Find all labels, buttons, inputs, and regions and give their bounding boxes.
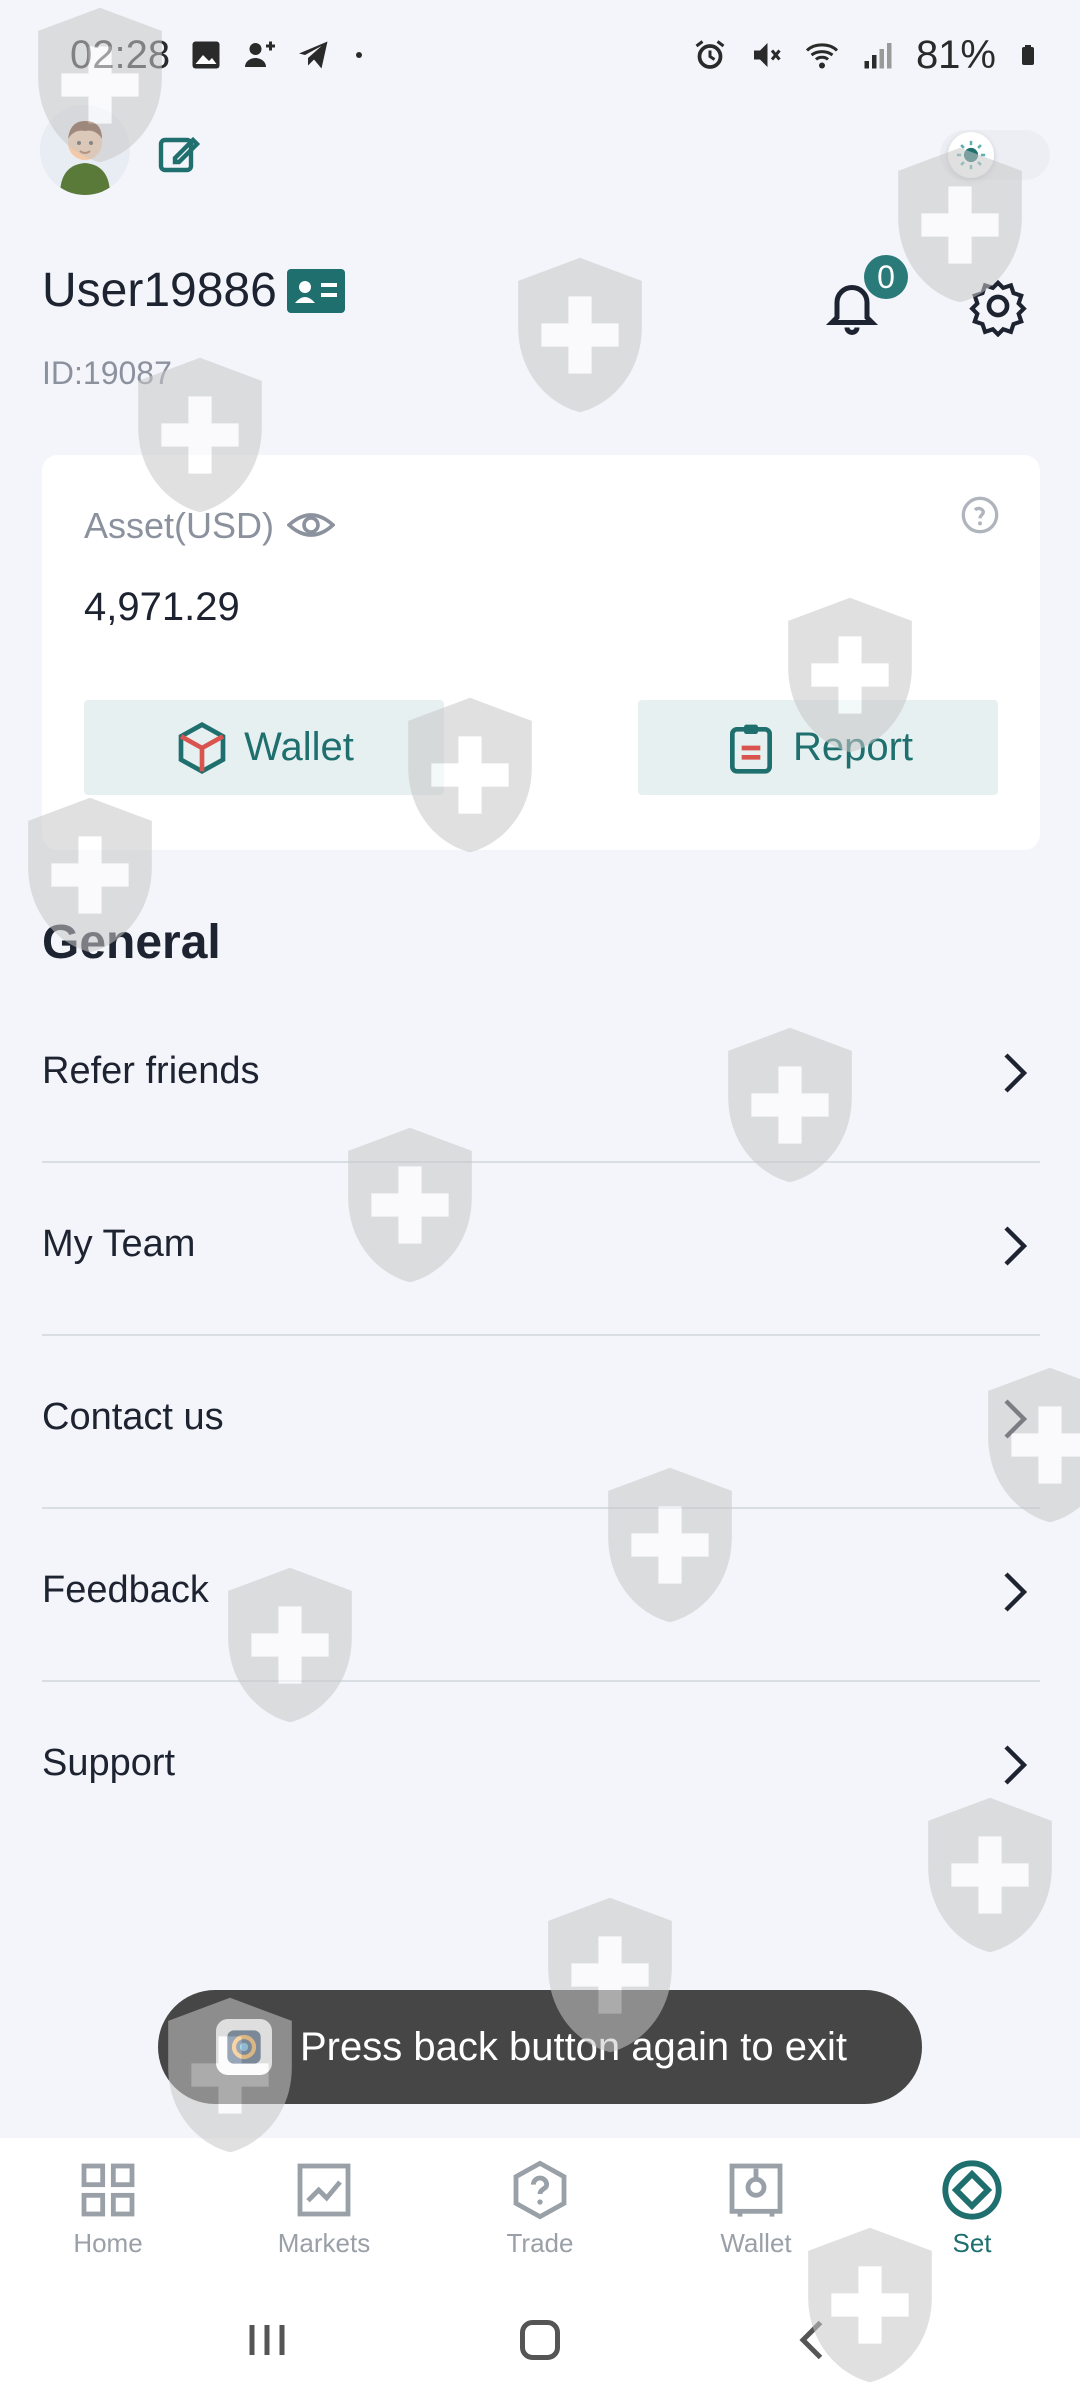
menu-item-label: Refer friends [42, 1050, 260, 1092]
menu-item-support[interactable]: Support [42, 1682, 1040, 1855]
asset-card: Asset(USD) 4,971.29 Wallet Report [42, 455, 1040, 850]
tab-set-label: Set [952, 2228, 992, 2258]
markets-chart-icon [297, 2163, 351, 2217]
cube-icon [178, 721, 226, 774]
add-contact-icon [245, 41, 276, 67]
menu-item-my-team[interactable]: My Team [42, 1163, 1040, 1336]
dot-icon [356, 52, 363, 58]
username: User19886 [42, 264, 277, 317]
tab-markets[interactable]: Markets [216, 2138, 432, 2280]
tab-markets-label: Markets [277, 2228, 371, 2258]
tab-trade-label: Trade [506, 2228, 574, 2258]
chevron-right-icon [1004, 1399, 1028, 1439]
home-button-icon[interactable] [510, 2310, 570, 2370]
report-button-label: Report [792, 725, 914, 769]
gallery-icon [192, 41, 220, 69]
tab-wallet-label: Wallet [720, 2228, 792, 2258]
menu-item-label: My Team [42, 1223, 196, 1265]
home-grid-icon [81, 2163, 135, 2217]
tab-trade[interactable]: Trade [432, 2138, 648, 2280]
wifi-icon [805, 43, 838, 69]
wallet-button-label: Wallet [244, 725, 354, 769]
alarm-icon [695, 40, 725, 69]
toast-message: Press back button again to exit [300, 2024, 847, 2069]
edit-profile-icon[interactable] [155, 130, 203, 178]
theme-toggle[interactable] [940, 130, 1050, 180]
gear-icon[interactable] [967, 275, 1029, 337]
help-icon[interactable] [960, 495, 1000, 535]
chevron-right-icon [1004, 1226, 1028, 1266]
tab-home-label: Home [73, 2228, 143, 2258]
app-icon [216, 2019, 272, 2075]
chevron-right-icon [1004, 1053, 1028, 1093]
set-diamond-icon [942, 2160, 1002, 2220]
menu-item-refer-friends[interactable]: Refer friends [42, 990, 1040, 1163]
status-bar: 02:28 81% [0, 0, 1080, 110]
bottom-tab-bar: Home Markets Trade Wallet Set [0, 2138, 1080, 2280]
user-id: ID:19087 [42, 355, 172, 391]
menu-item-label: Feedback [42, 1569, 209, 1611]
menu-item-feedback[interactable]: Feedback [42, 1509, 1040, 1682]
user-row: User19886 0 [42, 255, 1042, 337]
chevron-right-icon [1004, 1572, 1028, 1612]
tab-home[interactable]: Home [0, 2138, 216, 2280]
tab-wallet[interactable]: Wallet [648, 2138, 864, 2280]
avatar[interactable] [40, 105, 130, 195]
wallet-button[interactable]: Wallet [84, 700, 444, 795]
recent-apps-icon[interactable] [237, 2310, 297, 2370]
menu-item-contact-us[interactable]: Contact us [42, 1336, 1040, 1509]
notification-badge: 0 [864, 255, 908, 299]
section-title-general: General [42, 916, 221, 969]
tab-set[interactable]: Set [864, 2138, 1080, 2280]
mute-icon [753, 43, 781, 67]
chevron-right-icon [1004, 1745, 1028, 1785]
report-button[interactable]: Report [638, 700, 998, 795]
profile-top-row [40, 105, 1050, 195]
back-icon[interactable] [783, 2310, 843, 2370]
avatar-image [40, 105, 130, 195]
asset-label: Asset(USD) [84, 505, 275, 546]
signal-icon [864, 43, 892, 69]
menu-item-label: Support [42, 1742, 176, 1784]
wallet-safe-icon [729, 2163, 783, 2217]
battery-percent: 81% [915, 32, 996, 77]
menu-item-label: Contact us [42, 1396, 224, 1438]
trade-question-icon [513, 2160, 567, 2220]
clipboard-icon [729, 724, 772, 774]
eye-icon[interactable] [287, 505, 335, 545]
asset-value: 4,971.29 [84, 585, 240, 629]
status-time: 02:28 [70, 32, 171, 77]
id-card-icon[interactable] [287, 269, 345, 313]
exit-toast: Press back button again to exit [158, 1990, 922, 2104]
telegram-icon [299, 41, 328, 69]
battery-icon [1022, 45, 1034, 65]
sun-icon [948, 132, 994, 178]
system-nav-bar [0, 2280, 1080, 2400]
